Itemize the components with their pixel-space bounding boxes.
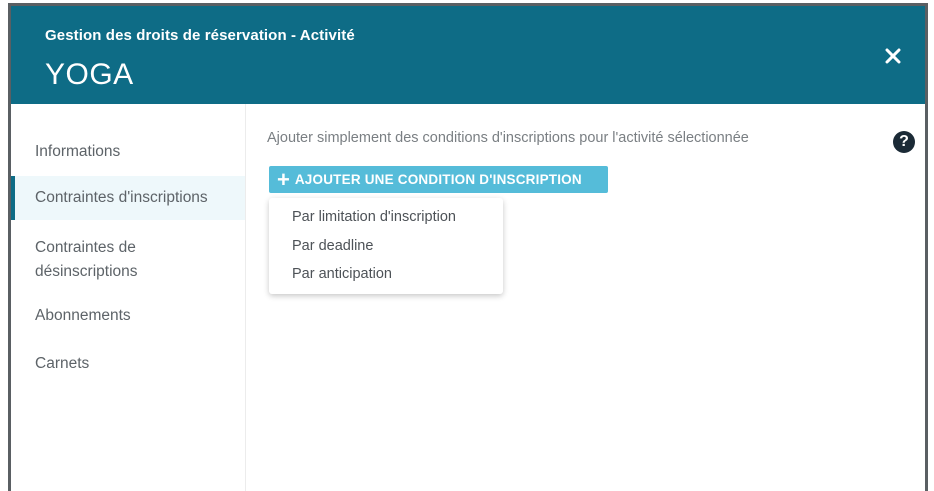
add-condition-button[interactable]: + AJOUTER UNE CONDITION D'INSCRIPTION: [269, 166, 608, 193]
hint-text: Ajouter simplement des conditions d'insc…: [267, 130, 749, 146]
plus-icon: +: [277, 166, 290, 192]
sidebar: Informations Contraintes d'inscriptions …: [11, 104, 246, 491]
menu-item-limitation[interactable]: Par limitation d'inscription: [292, 209, 456, 225]
sidebar-item-contraintes-desinscriptions[interactable]: Contraintes de désinscriptions: [11, 236, 191, 284]
add-condition-label: AJOUTER UNE CONDITION D'INSCRIPTION: [294, 172, 582, 187]
menu-item-anticipation[interactable]: Par anticipation: [292, 266, 392, 282]
sidebar-item-informations[interactable]: Informations: [11, 140, 245, 164]
main-content: Ajouter simplement des conditions d'insc…: [246, 104, 925, 491]
condition-dropdown-menu: Par limitation d'inscription Par deadlin…: [269, 198, 503, 294]
close-icon[interactable]: [881, 44, 905, 68]
modal-window: Gestion des droits de réservation - Acti…: [8, 3, 928, 491]
sidebar-item-abonnements[interactable]: Abonnements: [11, 304, 245, 328]
menu-item-deadline[interactable]: Par deadline: [292, 238, 373, 254]
modal-title: YOGA: [45, 58, 134, 91]
sidebar-item-contraintes-inscriptions[interactable]: Contraintes d'inscriptions: [11, 176, 245, 220]
modal-header: Gestion des droits de réservation - Acti…: [11, 6, 925, 104]
question-mark-icon[interactable]: ?: [893, 131, 915, 153]
modal-subtitle: Gestion des droits de réservation - Acti…: [45, 27, 355, 44]
sidebar-item-carnets[interactable]: Carnets: [11, 352, 245, 376]
